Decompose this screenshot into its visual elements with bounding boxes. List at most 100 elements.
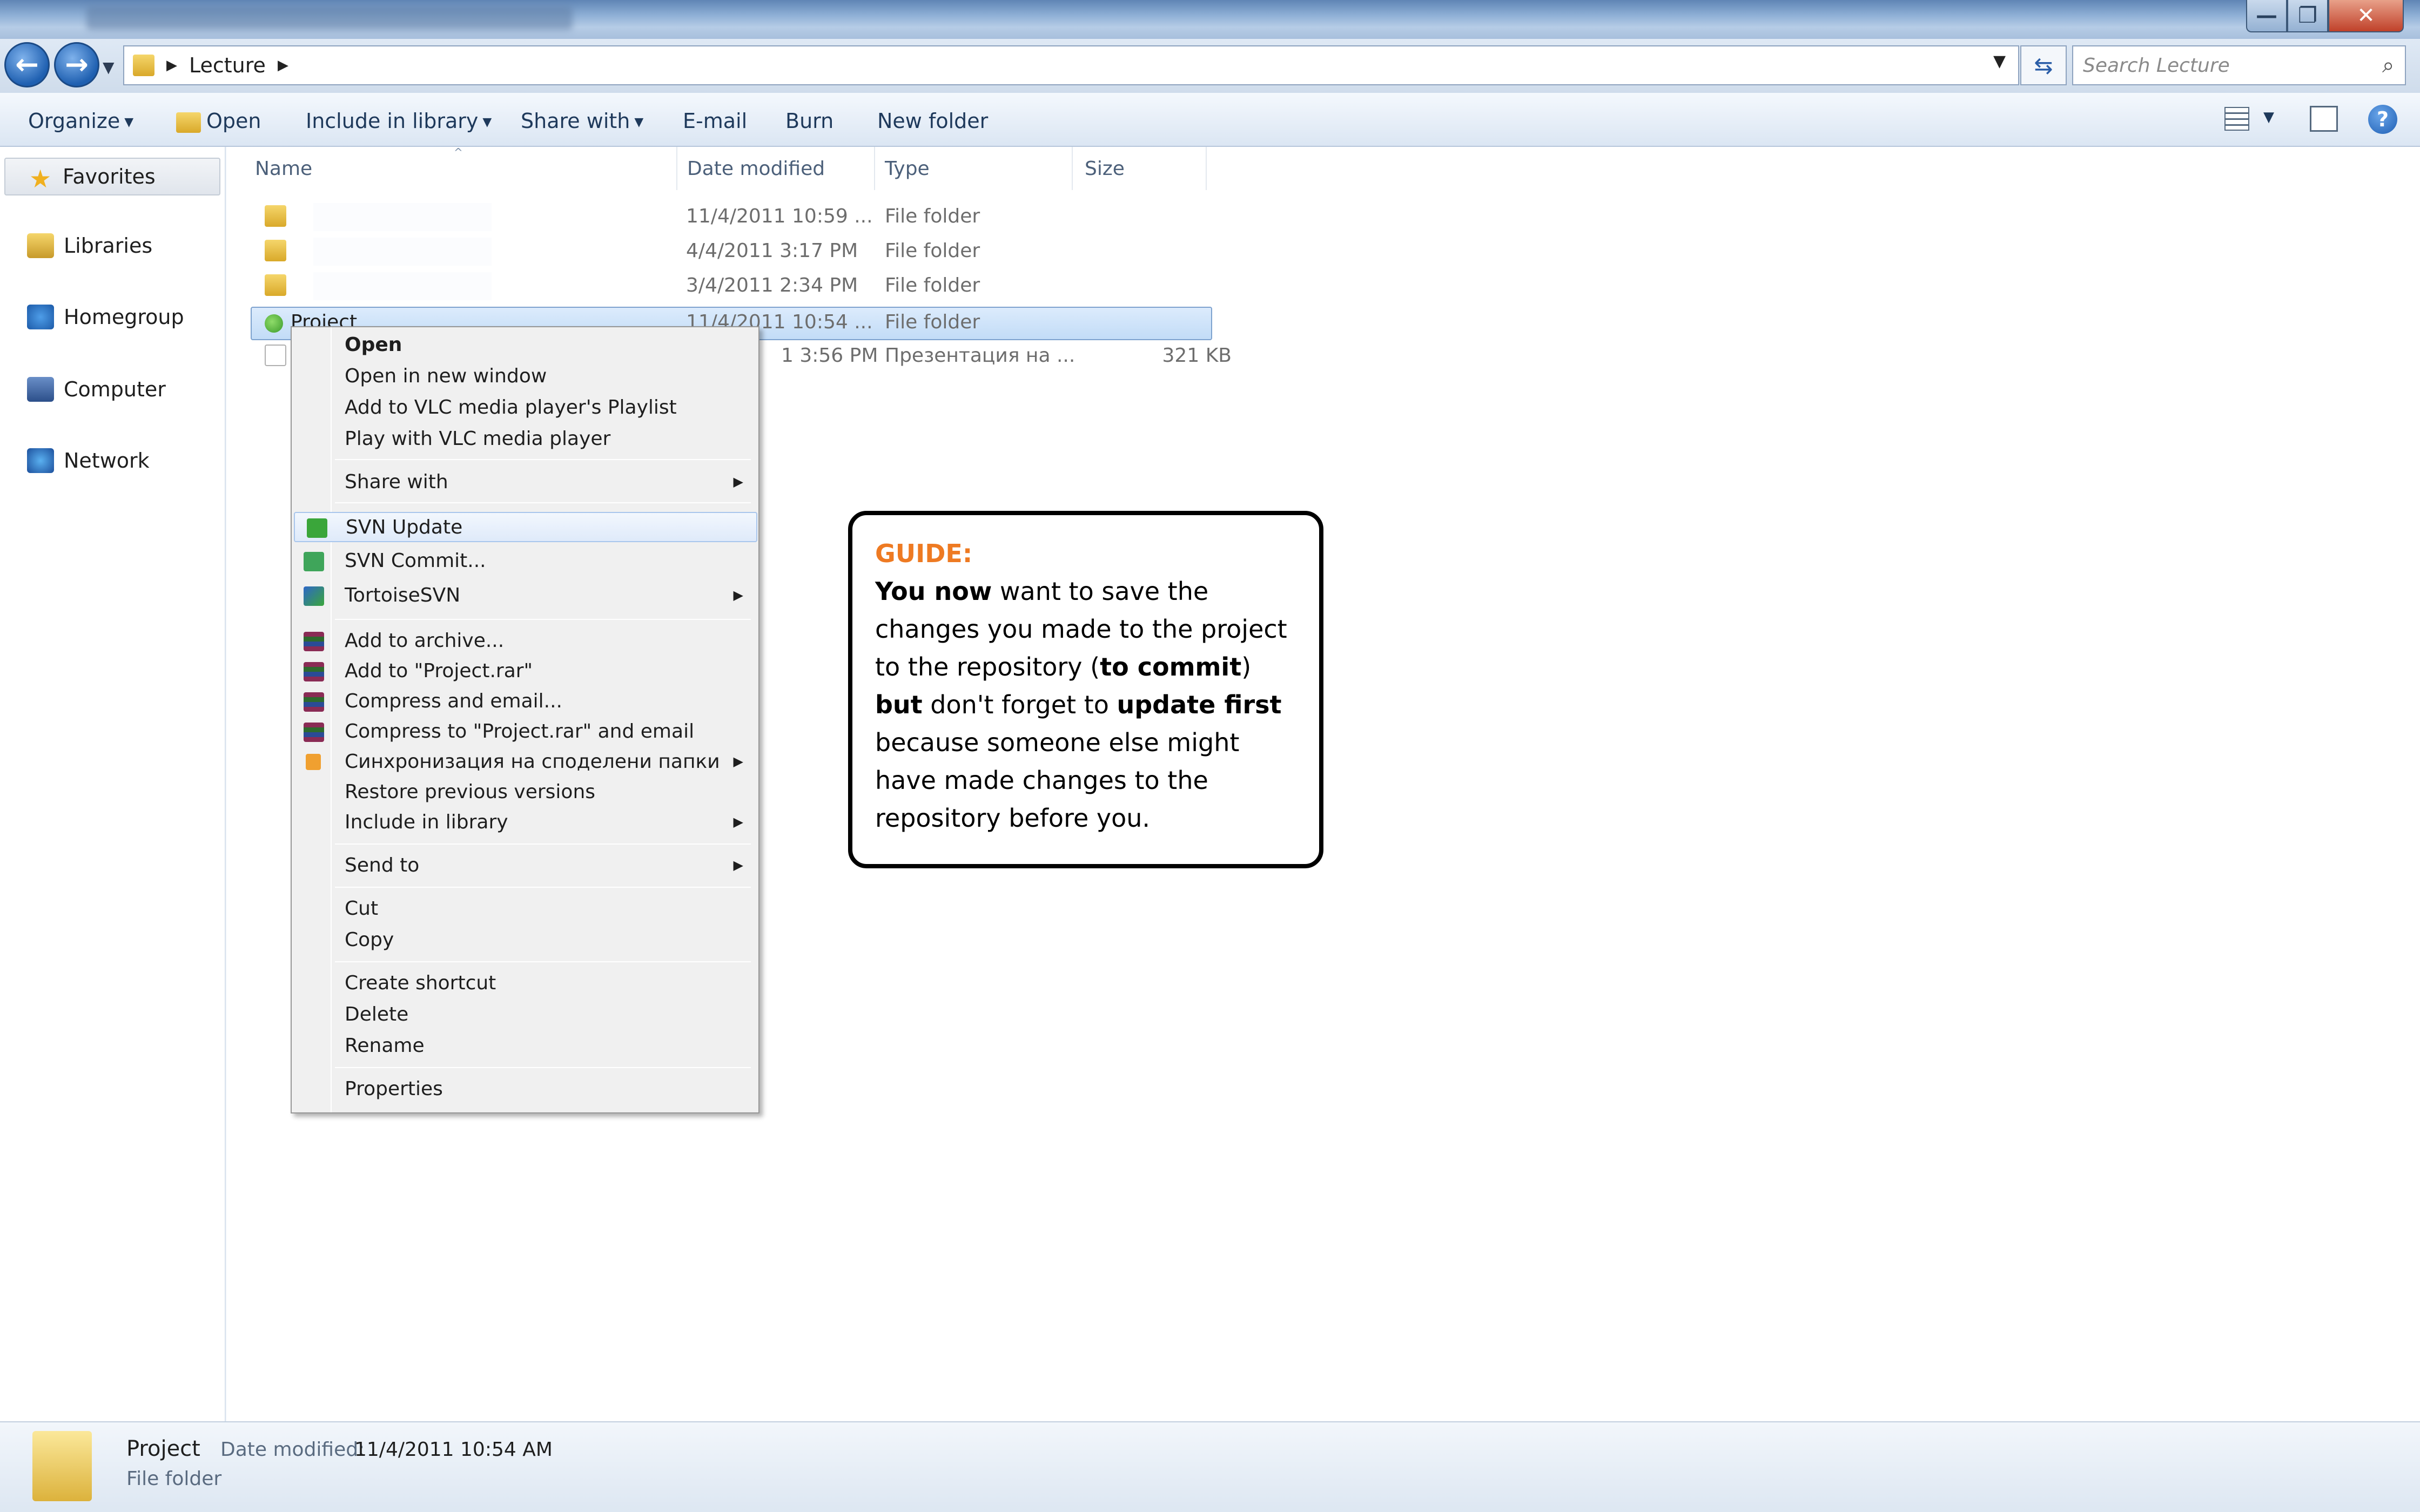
nav-item-homegroup[interactable]: Homegroup — [27, 305, 184, 329]
folder-icon — [265, 205, 286, 227]
file-name-hidden — [313, 203, 492, 231]
nav-item-computer[interactable]: Computer — [27, 377, 166, 402]
menu-item-properties[interactable]: Properties — [292, 1075, 758, 1105]
file-row[interactable]: 4/4/2011 3:17 PM File folder — [254, 234, 1226, 268]
submenu-arrow-icon: ▶ — [733, 814, 743, 829]
menu-separator — [335, 619, 751, 620]
chevron-down-icon: ▼ — [124, 116, 134, 129]
column-header-name[interactable]: Name — [255, 158, 312, 180]
column-divider[interactable] — [1072, 147, 1073, 190]
file-date: 11/4/2011 10:59 ... — [686, 205, 873, 227]
winrar-icon — [304, 723, 324, 742]
file-name-hidden — [313, 238, 492, 266]
address-bar[interactable]: ▶ Lecture ▶ — [123, 45, 2019, 85]
preview-pane-icon[interactable] — [2310, 106, 2338, 132]
column-divider[interactable] — [676, 147, 677, 190]
menu-separator — [335, 961, 751, 962]
search-input[interactable]: Search Lecture — [2072, 45, 2406, 85]
menu-item-restore-versions[interactable]: Restore previous versions — [292, 778, 758, 808]
file-row[interactable]: 3/4/2011 2:34 PM File folder — [254, 269, 1226, 302]
nav-item-favorites[interactable]: ★ Favorites — [4, 158, 220, 195]
menu-item-open-new-window[interactable]: Open in new window — [292, 362, 758, 392]
maximize-button[interactable]: ❐ — [2287, 0, 2328, 32]
winrar-icon — [304, 692, 324, 712]
help-icon[interactable]: ? — [2368, 105, 2397, 134]
breadcrumb-lecture[interactable]: Lecture — [189, 53, 266, 77]
libraries-icon — [27, 233, 54, 258]
menu-item-tortoisesvn[interactable]: TortoiseSVN ▶ — [292, 581, 758, 611]
chevron-down-icon: ▼ — [634, 116, 644, 129]
column-header-date[interactable]: Date modified — [687, 158, 825, 180]
chevron-right-icon[interactable]: ▶ — [166, 57, 177, 73]
computer-icon — [27, 377, 54, 402]
file-type: File folder — [885, 274, 980, 296]
file-date: 1 3:56 PM — [781, 345, 878, 367]
details-type: File folder — [126, 1468, 222, 1490]
network-icon — [27, 448, 54, 473]
submenu-arrow-icon: ▶ — [733, 858, 743, 873]
forward-button[interactable]: → — [54, 42, 99, 87]
folder-icon — [32, 1431, 92, 1501]
menu-item-delete[interactable]: Delete — [292, 1000, 758, 1030]
menu-item-share-with[interactable]: Share with ▶ — [292, 468, 758, 498]
menu-item-compress-email[interactable]: Compress and email... — [292, 687, 758, 717]
change-view-icon[interactable] — [2224, 107, 2249, 131]
menu-item-compress-rar-email[interactable]: Compress to "Project.rar" and email — [292, 717, 758, 747]
menu-item-add-to-rar[interactable]: Add to "Project.rar" — [292, 657, 758, 687]
folder-icon — [265, 274, 286, 296]
details-pane: Project Date modified: 11/4/2011 10:54 A… — [0, 1421, 2420, 1512]
nav-item-libraries[interactable]: Libraries — [27, 233, 152, 258]
menu-separator — [335, 459, 751, 460]
file-type: Презентация на ... — [885, 345, 1075, 367]
include-in-library-button[interactable]: Include in library ▼ — [306, 109, 492, 133]
command-bar: Organize ▼ Open Include in library ▼ Share… — [0, 93, 2420, 147]
chevron-down-icon[interactable]: ▼ — [2263, 109, 2274, 125]
menu-item-sync-folders[interactable]: Синхронизация на споделени папки ▶ — [292, 747, 758, 778]
details-date-label: Date modified: — [220, 1439, 365, 1461]
menu-item-cut[interactable]: Cut — [292, 894, 758, 924]
menu-item-svn-update[interactable]: SVN Update — [294, 512, 757, 542]
chevron-right-icon[interactable]: ▶ — [278, 57, 288, 73]
back-button[interactable]: ← — [4, 42, 50, 87]
column-divider[interactable] — [874, 147, 875, 190]
submenu-arrow-icon: ▶ — [733, 588, 743, 603]
file-type: File folder — [885, 240, 980, 262]
svn-update-icon — [307, 518, 327, 538]
menu-item-rename[interactable]: Rename — [292, 1031, 758, 1062]
folder-icon — [176, 112, 201, 133]
column-header-size[interactable]: Size — [1085, 158, 1125, 180]
burn-button[interactable]: Burn — [785, 109, 833, 133]
nav-item-network[interactable]: Network — [27, 448, 150, 473]
menu-item-vlc-playlist[interactable]: Add to VLC media player's Playlist — [292, 393, 758, 423]
search-icon[interactable]: ⌕ — [2382, 53, 2394, 78]
share-with-button[interactable]: Share with ▼ — [521, 109, 643, 133]
close-button[interactable]: ✕ — [2328, 0, 2404, 32]
minimize-button[interactable]: — — [2246, 0, 2287, 32]
open-button[interactable]: Open — [176, 109, 261, 133]
organize-button[interactable]: Organize ▼ — [28, 109, 133, 133]
menu-item-include-library[interactable]: Include in library ▶ — [292, 808, 758, 838]
new-folder-button[interactable]: New folder — [877, 109, 988, 133]
menu-separator — [335, 502, 751, 503]
context-menu: Open Open in new window Add to VLC media… — [291, 326, 759, 1113]
menu-item-create-shortcut[interactable]: Create shortcut — [292, 969, 758, 999]
address-history-dropdown-icon[interactable]: ▼ — [1993, 52, 2006, 71]
menu-item-send-to[interactable]: Send to ▶ — [292, 851, 758, 881]
column-divider[interactable] — [1206, 147, 1207, 190]
menu-item-open[interactable]: Open — [292, 330, 758, 361]
email-button[interactable]: E-mail — [683, 109, 747, 133]
refresh-button[interactable]: ⇆ — [2020, 45, 2067, 85]
file-type: File folder — [885, 205, 980, 227]
menu-item-add-to-archive[interactable]: Add to archive... — [292, 626, 758, 657]
chevron-down-icon: ▼ — [482, 116, 492, 129]
sort-ascending-icon: ^ — [454, 146, 463, 159]
recent-pages-dropdown-icon[interactable]: ▼ — [103, 58, 115, 76]
menu-item-vlc-play[interactable]: Play with VLC media player — [292, 424, 758, 455]
column-header-type[interactable]: Type — [885, 158, 930, 180]
file-size: 321 KB — [1162, 345, 1232, 367]
menu-item-copy[interactable]: Copy — [292, 926, 758, 956]
guide-text: You now want to save the changes you mad… — [875, 577, 1287, 833]
file-row[interactable]: 11/4/2011 10:59 ... File folder — [254, 200, 1226, 233]
folder-icon — [133, 55, 154, 76]
menu-item-svn-commit[interactable]: SVN Commit... — [292, 546, 758, 577]
